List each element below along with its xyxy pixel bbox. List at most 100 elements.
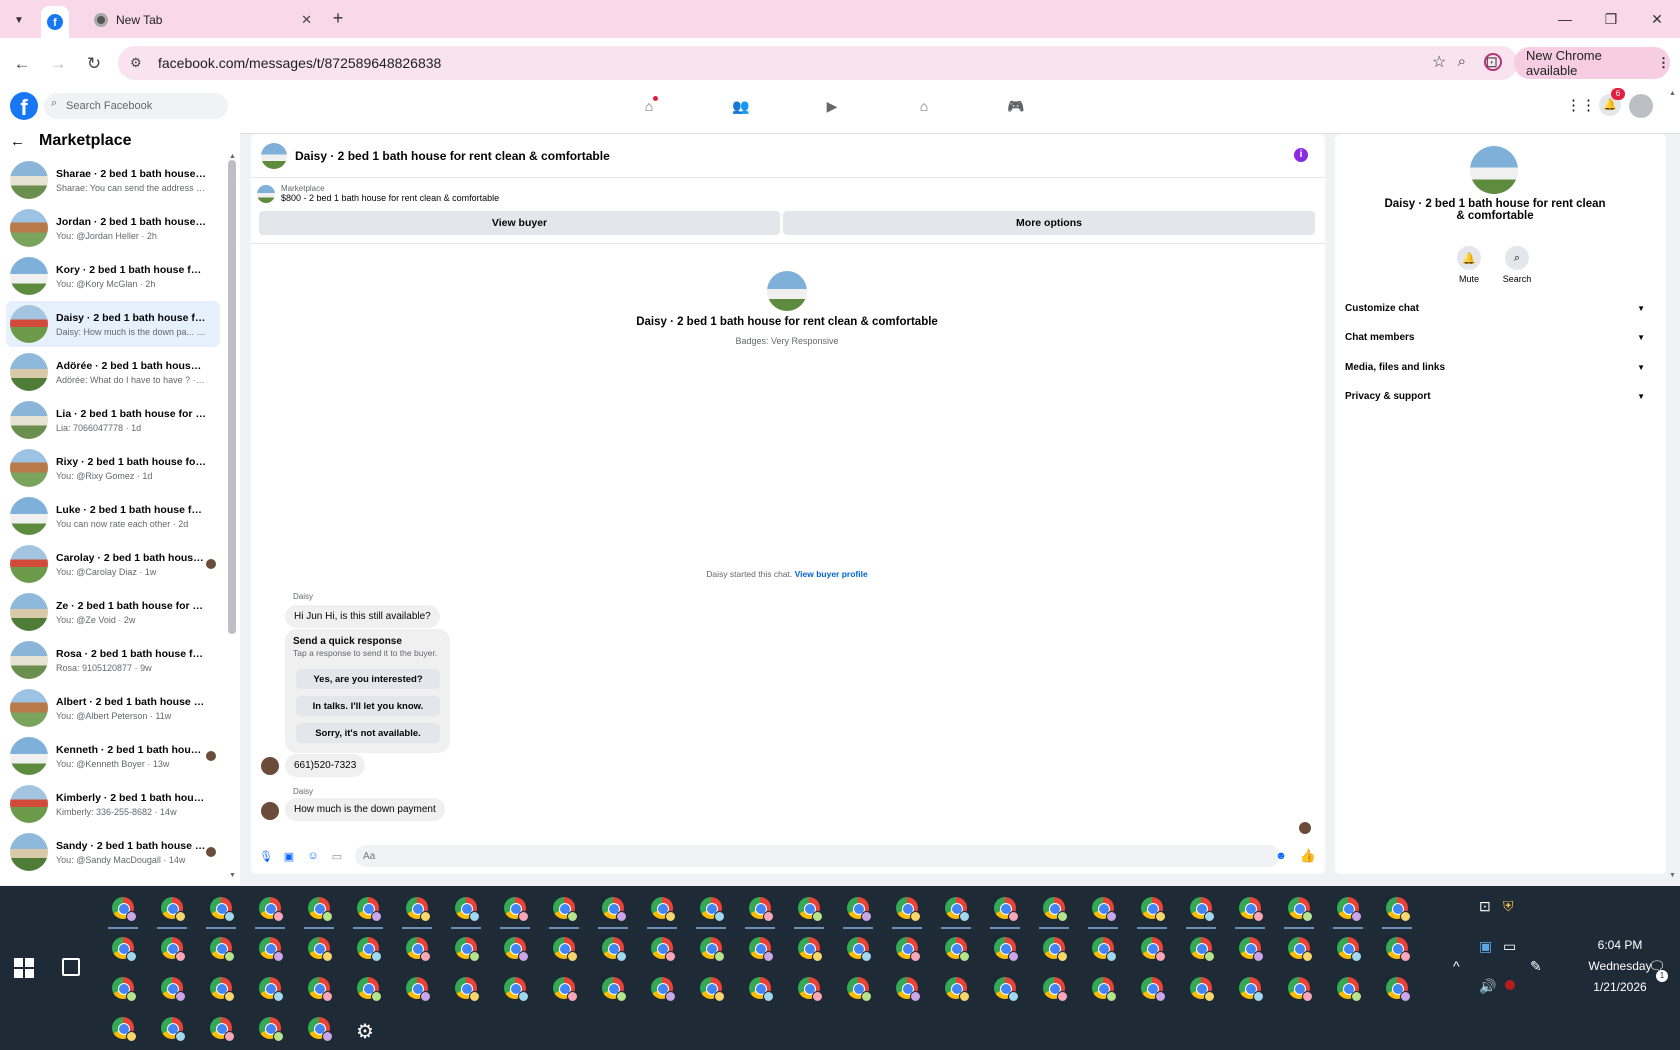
chrome-taskbar-icon[interactable] — [945, 977, 970, 1002]
chrome-taskbar-icon[interactable] — [1092, 977, 1117, 1002]
settings-gear-icon[interactable]: ⚙ — [356, 1019, 374, 1044]
chrome-taskbar-icon[interactable] — [1288, 937, 1313, 962]
chrome-taskbar-icon[interactable] — [994, 977, 1019, 1002]
info-icon[interactable]: i — [1294, 148, 1308, 162]
chrome-taskbar-icon[interactable] — [1337, 897, 1362, 922]
chrome-taskbar-icon[interactable] — [602, 977, 627, 1002]
chrome-taskbar-icon[interactable] — [1239, 937, 1264, 962]
conversation-item[interactable]: Kenneth · 2 bed 1 bath house... You: @Ken… — [6, 733, 220, 779]
sender-avatar[interactable] — [261, 757, 279, 775]
chrome-taskbar-icon[interactable] — [1288, 897, 1313, 922]
chrome-taskbar-icon[interactable] — [700, 897, 725, 922]
chrome-taskbar-icon[interactable] — [161, 937, 186, 962]
chrome-taskbar-icon[interactable] — [161, 977, 186, 1002]
chrome-taskbar-icon[interactable] — [161, 1017, 186, 1042]
scroll-down-icon[interactable]: ▼ — [229, 872, 236, 879]
chrome-taskbar-icon[interactable] — [357, 937, 382, 962]
chrome-taskbar-icon[interactable] — [602, 897, 627, 922]
profile-icon[interactable] — [1484, 53, 1502, 71]
section-chat-members[interactable]: Chat members ▼ — [1345, 327, 1645, 347]
tab-facebook[interactable]: f — [41, 6, 69, 38]
chrome-taskbar-icon[interactable] — [210, 977, 235, 1002]
chrome-taskbar-icon[interactable] — [308, 977, 333, 1002]
chrome-taskbar-icon[interactable] — [1141, 977, 1166, 1002]
video-icon[interactable]: ▶ — [819, 96, 845, 116]
chrome-taskbar-icon[interactable] — [1386, 897, 1411, 922]
chrome-taskbar-icon[interactable] — [210, 897, 235, 922]
page-scroll-down-icon[interactable]: ▼ — [1669, 872, 1676, 879]
site-settings-icon[interactable]: ⚙ — [130, 55, 142, 71]
chrome-taskbar-icon[interactable] — [847, 977, 872, 1002]
section-customize-chat[interactable]: Customize chat ▼ — [1345, 298, 1645, 318]
view-buyer-button[interactable]: View buyer — [259, 211, 780, 235]
chrome-taskbar-icon[interactable] — [259, 897, 284, 922]
chrome-taskbar-icon[interactable] — [455, 937, 480, 962]
back-arrow-icon[interactable]: ← — [10, 133, 25, 150]
conversation-item[interactable]: Rosa · 2 bed 1 bath house for r... Rosa: … — [6, 637, 220, 683]
minimize-button[interactable]: — — [1550, 8, 1580, 30]
chrome-taskbar-icon[interactable] — [651, 977, 676, 1002]
info-avatar[interactable] — [1470, 146, 1518, 194]
back-arrow-icon[interactable]: ← — [10, 52, 34, 76]
chrome-taskbar-icon[interactable] — [455, 977, 480, 1002]
marketplace-icon[interactable]: ⌂ — [911, 96, 937, 116]
sticker-icon[interactable]: ☺ — [306, 849, 320, 863]
microphone-icon[interactable]: 🎙 — [259, 849, 273, 863]
chrome-taskbar-icon[interactable] — [308, 937, 333, 962]
chrome-taskbar-icon[interactable] — [1043, 937, 1068, 962]
chrome-taskbar-icon[interactable] — [749, 937, 774, 962]
conversation-item[interactable]: Luke · 2 bed 1 bath house for r... You ca… — [6, 493, 220, 539]
gaming-icon[interactable]: 🎮 — [1003, 96, 1029, 116]
mute-button[interactable]: 🔔 Mute — [1449, 246, 1489, 284]
chrome-taskbar-icon[interactable] — [210, 937, 235, 962]
conversation-item[interactable]: Carolay · 2 bed 1 bath house ... You: @Ca… — [6, 541, 220, 587]
conversation-item[interactable]: Lia · 2 bed 1 bath house for ren... Lia: … — [6, 397, 220, 443]
tab-search-button[interactable]: ▼ — [8, 10, 30, 30]
chrome-taskbar-icon[interactable] — [798, 937, 823, 962]
chrome-taskbar-icon[interactable] — [700, 937, 725, 962]
meet-now-icon[interactable]: ⊡ — [1479, 898, 1491, 915]
conversation-item[interactable]: Ze · 2 bed 1 bath house for rent... You: … — [6, 589, 220, 635]
close-window-button[interactable]: ✕ — [1642, 8, 1672, 30]
chrome-taskbar-icon[interactable] — [1239, 897, 1264, 922]
address-bar[interactable]: ⚙ facebook.com/messages/t/87258964882683… — [118, 46, 1518, 80]
show-hidden-icons-chevron-icon[interactable]: ^ — [1453, 958, 1460, 974]
security-shield-icon[interactable]: ⛨ — [1503, 898, 1514, 915]
conversation-item[interactable]: Jordan · 2 bed 1 bath house for... You: @… — [6, 205, 220, 251]
page-scroll-up-icon[interactable]: ▲ — [1669, 90, 1676, 97]
chrome-taskbar-icon[interactable] — [504, 897, 529, 922]
search-chat-button[interactable]: ⌕ Search — [1497, 246, 1537, 284]
chrome-taskbar-icon[interactable] — [259, 1017, 284, 1042]
chrome-taskbar-icon[interactable] — [798, 977, 823, 1002]
chrome-taskbar-icon[interactable] — [504, 937, 529, 962]
chrome-taskbar-icon[interactable] — [553, 897, 578, 922]
chrome-taskbar-icon[interactable] — [112, 897, 137, 922]
chrome-taskbar-icon[interactable] — [994, 897, 1019, 922]
chat-avatar[interactable] — [261, 142, 287, 169]
conversation-item[interactable]: Sandy · 2 bed 1 bath house f... You: @San… — [6, 829, 220, 875]
chrome-taskbar-icon[interactable] — [945, 897, 970, 922]
chrome-taskbar-icon[interactable] — [406, 937, 431, 962]
chrome-taskbar-icon[interactable] — [210, 1017, 235, 1042]
profile-avatar[interactable] — [767, 271, 807, 311]
quick-response-option[interactable]: In talks. I'll let you know. — [296, 696, 440, 716]
sidebar-scrollbar[interactable] — [228, 160, 236, 634]
new-tab-button[interactable]: + — [327, 8, 349, 30]
kebab-menu-icon[interactable]: ⋮ — [1657, 55, 1670, 71]
chrome-taskbar-icon[interactable] — [1092, 937, 1117, 962]
conversation-item[interactable]: Adörée · 2 bed 1 bath house fo... Adörée:… — [6, 349, 220, 395]
chrome-taskbar-icon[interactable] — [553, 937, 578, 962]
section-privacy-support[interactable]: Privacy & support ▼ — [1345, 386, 1645, 406]
pen-icon[interactable]: ✎ — [1530, 958, 1542, 975]
bookmark-star-icon[interactable]: ☆ — [1432, 52, 1446, 72]
gif-icon[interactable]: ▭ — [330, 849, 344, 863]
chrome-taskbar-icon[interactable] — [1239, 977, 1264, 1002]
task-view-icon[interactable] — [62, 958, 80, 976]
windows-start-icon[interactable] — [14, 958, 34, 978]
facebook-search[interactable]: ⌕ Search Facebook — [44, 93, 228, 119]
zoom-icon[interactable]: ⌕ — [1458, 53, 1466, 70]
chrome-taskbar-icon[interactable] — [700, 977, 725, 1002]
chrome-taskbar-icon[interactable] — [1092, 897, 1117, 922]
view-buyer-profile-link[interactable]: View buyer profile — [795, 569, 868, 579]
more-options-button[interactable]: More options — [783, 211, 1315, 235]
